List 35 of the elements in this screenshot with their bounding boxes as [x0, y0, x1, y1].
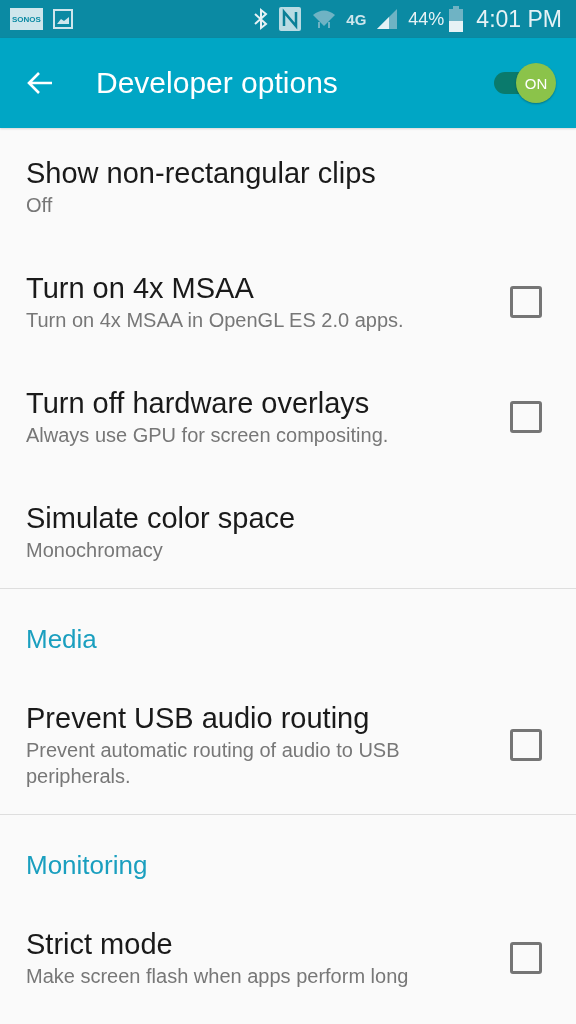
setting-title: Turn on 4x MSAA: [26, 271, 255, 305]
setting-row[interactable]: Show non-rectangular clips Off: [0, 128, 576, 243]
setting-title: Strict mode: [26, 927, 174, 961]
setting-row[interactable]: Turn on 4x MSAA Turn on 4x MSAA in OpenGL ES 2.0 apps.: [0, 243, 576, 358]
setting-title: Turn off hardware overlays: [26, 386, 371, 420]
setting-row[interactable]: Turn off hardware overlays Always use GPU for screen compositing.: [0, 358, 576, 473]
checkbox[interactable]: [510, 401, 542, 433]
setting-title: Prevent USB audio routing: [26, 701, 371, 735]
setting-row[interactable]: Strict mode Make screen flash when apps perform long: [0, 899, 576, 1014]
notification-icon: SONOS: [10, 8, 43, 30]
checkbox[interactable]: [510, 286, 542, 318]
nfc-icon: [278, 6, 303, 32]
bluetooth-icon: [253, 7, 270, 31]
setting-summary: Turn on 4x MSAA in OpenGL ES 2.0 apps.: [26, 308, 405, 333]
section-header: Media: [25, 623, 98, 656]
setting-title: Show non-rectangular clips: [26, 156, 377, 190]
setting-row[interactable]: Prevent USB audio routing Prevent automatic routing of audio to USB peripherals.: [0, 673, 576, 814]
screen-title: Developer options: [96, 66, 338, 100]
setting-summary: Off: [26, 193, 54, 218]
battery-level: 44%: [408, 8, 445, 30]
setting-summary: Always use GPU for screen compositing.: [26, 423, 390, 448]
back-arrow-icon: [26, 71, 54, 95]
checkbox[interactable]: [510, 942, 542, 974]
clock: 4:01 PM: [476, 5, 562, 33]
setting-summary: Prevent automatic routing of audio to USB peripherals.: [26, 738, 401, 789]
image-icon: [51, 8, 74, 30]
setting-row[interactable]: Simulate color space Monochromacy: [0, 473, 576, 588]
setting-summary: Make screen flash when apps perform long: [26, 964, 410, 989]
battery-icon: [449, 6, 464, 32]
section-header: Monitoring: [25, 849, 149, 882]
signal-icon: [375, 7, 400, 31]
checkbox[interactable]: [510, 729, 542, 761]
network-type-icon: 4G: [346, 10, 367, 28]
setting-summary: Monochromacy: [26, 538, 164, 563]
setting-title: Simulate color space: [26, 501, 297, 535]
